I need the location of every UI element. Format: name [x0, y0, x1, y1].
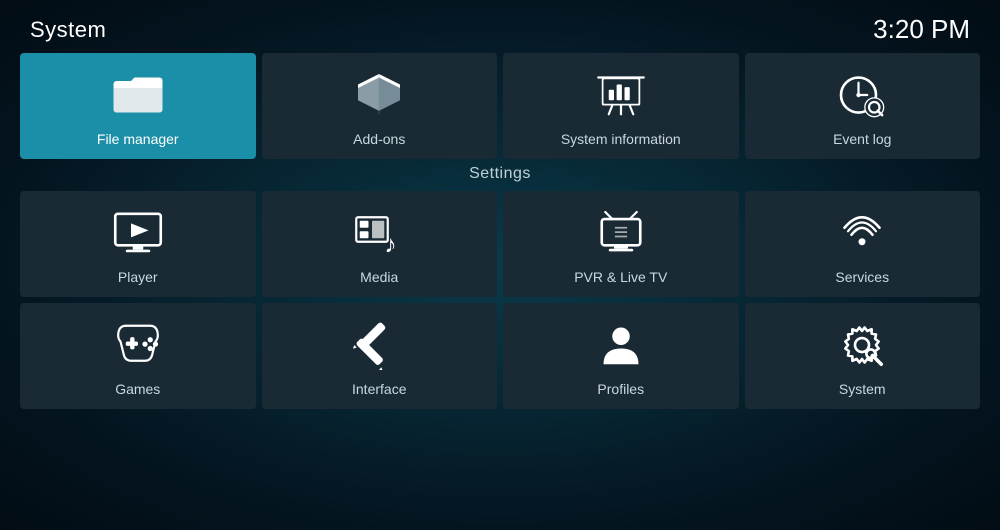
tile-system[interactable]: System [745, 303, 981, 409]
media-icon: ♪ [347, 207, 411, 259]
tile-services-label: Services [835, 269, 889, 285]
tile-games-label: Games [115, 381, 160, 397]
games-icon [106, 319, 170, 371]
tile-interface-label: Interface [352, 381, 406, 397]
tile-system-information-label: System information [561, 131, 681, 147]
tile-profiles-label: Profiles [597, 381, 644, 397]
settings-heading: Settings [20, 165, 980, 183]
event-log-icon [830, 69, 894, 121]
tile-media-label: Media [360, 269, 398, 285]
tile-services[interactable]: Services [745, 191, 981, 297]
tile-file-manager-label: File manager [97, 131, 179, 147]
system-icon [830, 319, 894, 371]
page-title: System [30, 17, 106, 43]
interface-icon [347, 319, 411, 371]
system-information-icon [589, 69, 653, 121]
tile-interface[interactable]: Interface [262, 303, 498, 409]
tile-games[interactable]: Games [20, 303, 256, 409]
file-manager-icon [106, 69, 170, 121]
tile-system-label: System [839, 381, 886, 397]
header: System 3:20 PM [0, 0, 1000, 53]
tile-player[interactable]: Player [20, 191, 256, 297]
top-row: File manager Add-ons [0, 53, 1000, 159]
settings-row-2: Games Interface [20, 303, 980, 409]
player-icon [106, 207, 170, 259]
tile-event-log[interactable]: Event log [745, 53, 981, 159]
clock: 3:20 PM [873, 14, 970, 45]
settings-row-1: Player ♪ Media [20, 191, 980, 297]
settings-section: Settings Player [0, 165, 1000, 409]
tile-event-log-label: Event log [833, 131, 891, 147]
services-icon [830, 207, 894, 259]
add-ons-icon [347, 69, 411, 121]
svg-text:♪: ♪ [385, 231, 397, 258]
tile-profiles[interactable]: Profiles [503, 303, 739, 409]
tile-add-ons[interactable]: Add-ons [262, 53, 498, 159]
tile-system-information[interactable]: System information [503, 53, 739, 159]
tile-media[interactable]: ♪ Media [262, 191, 498, 297]
tile-pvr-live-tv-label: PVR & Live TV [574, 269, 667, 285]
pvr-live-tv-icon [589, 207, 653, 259]
tile-pvr-live-tv[interactable]: PVR & Live TV [503, 191, 739, 297]
tile-player-label: Player [118, 269, 158, 285]
profiles-icon [589, 319, 653, 371]
tile-add-ons-label: Add-ons [353, 131, 405, 147]
tile-file-manager[interactable]: File manager [20, 53, 256, 159]
